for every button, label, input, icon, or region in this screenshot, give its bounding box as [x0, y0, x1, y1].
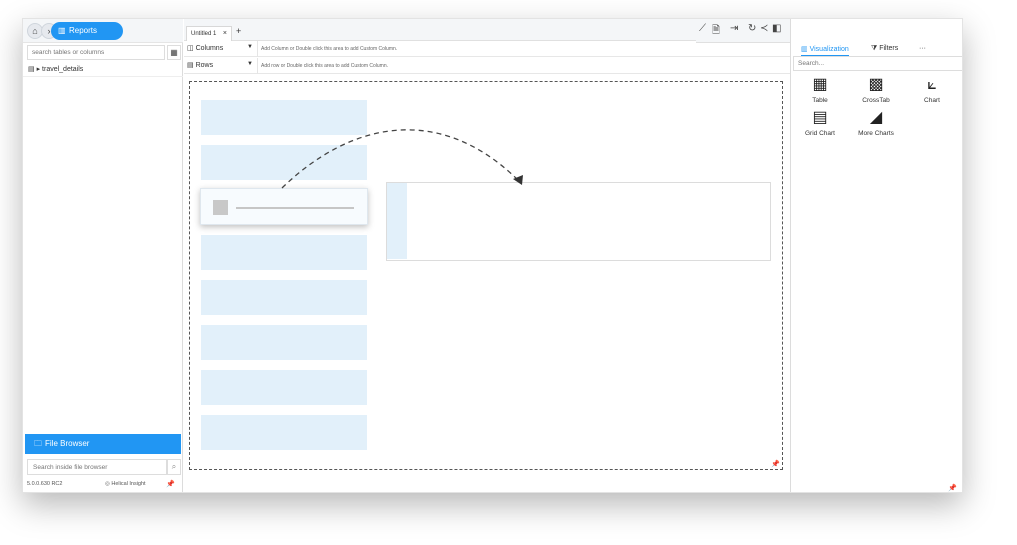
app-window: ⌂ › ▥ Reports ▦ ▤ ▸ travel_details 🗀 Fil… [22, 18, 963, 493]
add-tab-icon[interactable]: + [236, 26, 241, 36]
pin-icon[interactable]: 📌 [771, 460, 780, 468]
columns-label: ◫ Columns [187, 45, 224, 52]
table-search: ▦ [27, 45, 181, 60]
workspace: Untitled 1 × + ◫ Columns ▼ Add Column or… [184, 19, 790, 492]
filter-icon: ⧩ [871, 45, 878, 52]
tab-untitled-1[interactable]: Untitled 1 × [186, 26, 232, 41]
export-icon[interactable]: ⇥ [730, 23, 738, 34]
tab-label: Untitled 1 [191, 31, 217, 37]
grid-chart-icon: ▤ [812, 109, 828, 126]
caret-down-icon[interactable]: ▼ [247, 44, 253, 50]
tree-item-travel-details[interactable]: ▤ ▸ travel_details [28, 65, 83, 73]
version-label: 5.0.0.630 RC2 [27, 481, 63, 487]
close-icon[interactable]: × [223, 27, 227, 41]
search-tables-input[interactable] [27, 45, 165, 60]
file-browser-search: ⌕ [27, 459, 181, 475]
caret-down-icon[interactable]: ▼ [247, 61, 253, 67]
save-icon[interactable]: 🗎 [712, 23, 720, 40]
drag-arrow-illustration [281, 129, 523, 189]
line-chart-icon[interactable]: ⟋ [699, 23, 706, 34]
reports-button[interactable]: ▥ Reports [51, 22, 123, 40]
brand-label: ◎ Helical Insight [105, 481, 146, 487]
tree-item-label: travel_details [42, 66, 84, 73]
tab-visualization[interactable]: ▥ Visualization [801, 45, 849, 56]
columns-hint: Add Column or Double click this area to … [261, 46, 398, 52]
grid-view-icon[interactable]: ▦ [167, 45, 181, 60]
file-browser-search-input[interactable] [27, 459, 167, 475]
right-panel: ▥ Visualization ⧩ Filters ··· ▦ Table ▩ … [790, 19, 962, 492]
file-browser-label: File Browser [45, 439, 90, 448]
top-nav: ⌂ › ▥ Reports [23, 19, 183, 43]
crosstab-icon: ▩ [868, 76, 884, 93]
layout-icon[interactable]: ◧ [772, 23, 781, 34]
reports-label: Reports [69, 26, 98, 35]
viz-grid-chart[interactable]: ▤ Grid Chart [792, 109, 848, 137]
rows-shelf[interactable]: ▤ Rows ▼ Add row or Double click this ar… [184, 58, 790, 74]
rows-hint: Add row or Double click this area to add… [261, 63, 389, 69]
pin-icon[interactable]: 📌 [948, 484, 957, 492]
left-panel: ⌂ › ▥ Reports ▦ ▤ ▸ travel_details 🗀 Fil… [23, 19, 183, 492]
right-tabs: ▥ Visualization ⧩ Filters ··· [791, 43, 962, 57]
table-icon: ▤ [28, 66, 35, 73]
caret-right-icon: ▸ [36, 66, 41, 73]
table-icon: ▦ [812, 76, 828, 93]
divider [257, 41, 258, 57]
rows-label: ▤ Rows [187, 62, 214, 69]
line-chart-icon: ⟀ [927, 76, 937, 93]
more-icon[interactable]: ··· [919, 45, 926, 52]
folder-icon: 🗀 [34, 439, 42, 448]
bar-chart-icon: ▥ [58, 26, 66, 35]
divider [257, 58, 258, 74]
area-chart-icon: ◢ [869, 109, 883, 126]
viz-crosstab[interactable]: ▩ CrossTab [848, 76, 904, 104]
brand-logo-icon: ◎ [105, 481, 110, 487]
rows-icon: ▤ [187, 62, 194, 69]
search-icon[interactable]: ⌕ [167, 459, 181, 475]
divider [23, 76, 183, 77]
viz-more-charts[interactable]: ◢ More Charts [848, 109, 904, 137]
visualization-search-input[interactable] [793, 56, 962, 71]
share-icon[interactable]: ≺ [760, 23, 768, 34]
viz-table[interactable]: ▦ Table [792, 76, 848, 104]
columns-icon: ◫ [187, 45, 194, 52]
columns-shelf[interactable]: ◫ Columns ▼ Add Column or Double click t… [184, 41, 790, 57]
viz-chart[interactable]: ⟀ Chart [904, 76, 960, 104]
bar-chart-icon: ▥ [801, 46, 808, 53]
tab-filters[interactable]: ⧩ Filters [871, 45, 898, 53]
report-drop-area[interactable]: 📌 [189, 81, 783, 470]
file-browser-button[interactable]: 🗀 File Browser [25, 434, 181, 454]
pin-icon[interactable]: 📌 [166, 480, 175, 488]
refresh-icon[interactable]: ↻ [748, 23, 756, 34]
